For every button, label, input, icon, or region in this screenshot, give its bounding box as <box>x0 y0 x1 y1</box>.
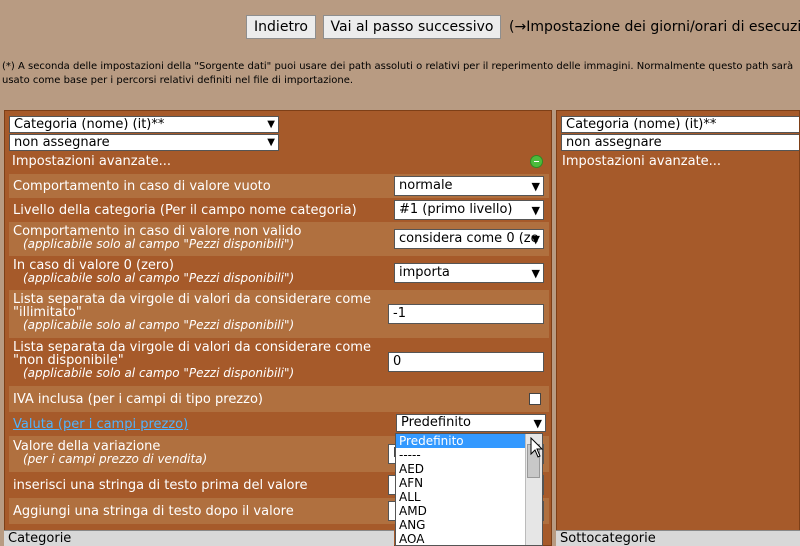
zero-value-select[interactable]: importa ▼ <box>394 263 544 283</box>
chevron-down-icon: ▼ <box>531 233 540 246</box>
row-label: Lista separata da virgole di valori da c… <box>13 341 373 380</box>
field-select-value: Categoria (nome) (it)** <box>14 117 165 132</box>
chevron-down-icon: ▼ <box>533 417 542 430</box>
chevron-down-icon: ▼ <box>531 267 540 280</box>
next-step-button[interactable]: Vai al passo successivo <box>323 15 501 39</box>
path-note: (*) A seconda delle impostazioni della "… <box>2 61 794 86</box>
row-sublabel: (applicabile solo al campo "Pezzi dispon… <box>23 237 295 251</box>
row-unlimited-values: Lista separata da virgole di valori da c… <box>9 290 549 338</box>
row-label: Livello della categoria (Per il campo no… <box>13 203 357 218</box>
top-toolbar: Indietro Vai al passo successivo (→Impos… <box>0 0 800 48</box>
select-value: #1 (primo livello) <box>399 202 513 217</box>
select-value: importa <box>399 265 450 280</box>
next-step-note: (→Impostazione dei giorni/orari di esecu… <box>509 19 800 35</box>
assign-select[interactable]: non assegnare ▼ <box>9 134 279 151</box>
chevron-down-icon: ▼ <box>267 119 275 130</box>
row-label: Comportamento in caso di valore non vali… <box>13 225 301 251</box>
mapping-panel-right: Categoria (nome) (it)** non assegnare Im… <box>556 110 800 546</box>
input-value: 0 <box>393 354 402 369</box>
collapse-minus-icon[interactable] <box>530 155 543 168</box>
vat-included-checkbox[interactable] <box>529 393 541 405</box>
dropdown-option[interactable]: AFN <box>396 476 542 490</box>
row-vat-included: IVA inclusa (per i campi di tipo prezzo) <box>9 386 549 412</box>
row-invalid-value-behavior: Comportamento in caso di valore non vali… <box>9 222 549 256</box>
advanced-settings-label[interactable]: Impostazioni avanzate... <box>12 154 171 169</box>
dropdown-option[interactable]: AMD <box>396 504 542 518</box>
subcategories-footer: Sottocategorie <box>556 530 800 546</box>
row-label: In caso di valore 0 (zero) (applicabile … <box>13 259 294 285</box>
select-value: normale <box>399 178 453 193</box>
back-button[interactable]: Indietro <box>246 15 316 39</box>
currency-dropdown-list[interactable]: Predefinito ----- AED AFN ALL AMD ANG AO… <box>395 433 543 546</box>
select-value: considera come 0 (ze <box>399 231 539 246</box>
dropdown-option[interactable]: ANG <box>396 518 542 532</box>
row-category-level: Livello della categoria (Per il campo no… <box>9 198 549 222</box>
assign-select[interactable]: non assegnare <box>561 134 799 151</box>
assign-select-value: non assegnare <box>566 135 662 150</box>
row-sublabel: (applicabile solo al campo "Pezzi dispon… <box>23 318 295 332</box>
field-select[interactable]: Categoria (nome) (it)** <box>561 116 799 133</box>
mouse-pointer-icon <box>530 437 544 458</box>
chevron-down-icon: ▼ <box>531 180 540 193</box>
dropdown-option[interactable]: ALL <box>396 490 542 504</box>
row-label: IVA inclusa (per i campi di tipo prezzo) <box>13 392 263 407</box>
row-label-text: Lista separata da virgole di valori da c… <box>13 292 371 320</box>
dropdown-option[interactable]: ----- <box>396 448 542 462</box>
input-value: -1 <box>393 306 406 321</box>
row-label-text: Lista separata da virgole di valori da c… <box>13 340 371 368</box>
categories-footer: Categorie <box>4 530 394 546</box>
dropdown-option[interactable]: Predefinito <box>396 434 542 448</box>
row-sublabel: (per i campi prezzo di vendita) <box>23 452 208 466</box>
row-empty-value-behavior: Comportamento in caso di valore vuoto no… <box>9 174 549 198</box>
row-unavailable-values: Lista separata da virgole di valori da c… <box>9 338 549 386</box>
row-label: inserisci una stringa di testo prima del… <box>13 478 308 493</box>
invalid-value-select[interactable]: considera come 0 (ze ▼ <box>394 229 544 249</box>
row-label: Lista separata da virgole di valori da c… <box>13 293 373 332</box>
dropdown-option[interactable]: AOA <box>396 532 542 545</box>
unlimited-values-input[interactable]: -1 <box>388 304 544 324</box>
row-label: Aggiungi una stringa di testo dopo il va… <box>13 504 294 519</box>
unavailable-values-input[interactable]: 0 <box>388 352 544 372</box>
select-value: Predefinito <box>401 415 472 430</box>
field-select[interactable]: Categoria (nome) (it)** ▼ <box>9 116 279 133</box>
advanced-settings-label[interactable]: Impostazioni avanzate... <box>562 154 721 169</box>
chevron-down-icon: ▼ <box>531 204 540 217</box>
dropdown-option[interactable]: AED <box>396 462 542 476</box>
row-sublabel: (applicabile solo al campo "Pezzi dispon… <box>23 271 295 285</box>
row-zero-value: In caso di valore 0 (zero) (applicabile … <box>9 256 549 290</box>
assign-select-value: non assegnare <box>14 135 110 150</box>
row-sublabel: (applicabile solo al campo "Pezzi dispon… <box>23 366 295 380</box>
category-level-select[interactable]: #1 (primo livello) ▼ <box>394 200 544 220</box>
row-label: Valuta (per i campi prezzo) <box>13 417 189 432</box>
chevron-down-icon: ▼ <box>267 137 275 148</box>
field-select-value: Categoria (nome) (it)** <box>566 117 717 132</box>
row-label: Comportamento in caso di valore vuoto <box>13 179 271 194</box>
empty-value-select[interactable]: normale ▼ <box>394 176 544 196</box>
row-label: Valore della variazione (per i campi pre… <box>13 440 207 466</box>
currency-select[interactable]: Predefinito ▼ <box>396 414 546 432</box>
